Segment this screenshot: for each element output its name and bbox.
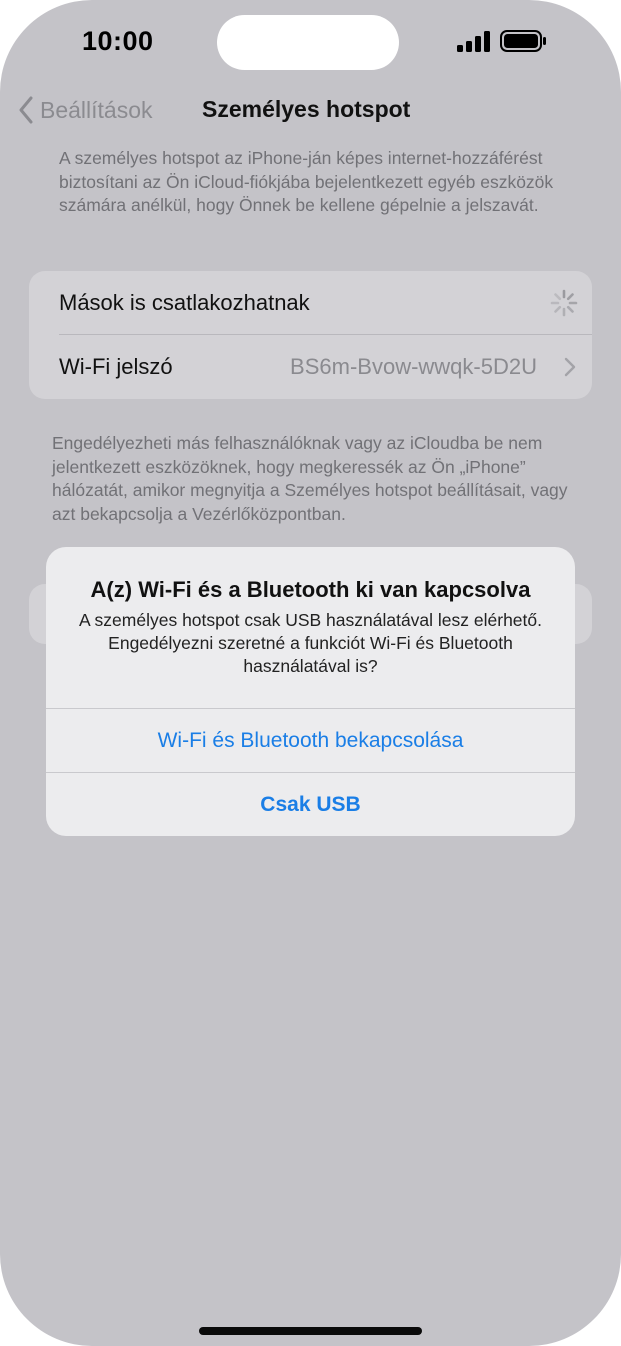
back-button-label: Beállítások (40, 96, 153, 123)
alert-title: A(z) Wi-Fi és a Bluetooth ki van kapcsol… (90, 577, 531, 602)
alert-message: A személyes hotspot csak USB használatáv… (78, 610, 542, 676)
wifi-password-label: Wi-Fi jelszó (59, 353, 173, 379)
phone-screen: 10:00 Beállítások Személyes hotspot A sz… (0, 0, 621, 1346)
chevron-right-icon (564, 357, 576, 377)
status-time: 10:00 (82, 26, 154, 56)
allow-others-row[interactable]: Mások is csatlakozhatnak (29, 271, 592, 334)
wifi-password-row[interactable]: Wi-Fi jelszó BS6m-Bvow-wwqk-5D2U (29, 335, 592, 398)
alert-dialog: A(z) Wi-Fi és a Bluetooth ki van kapcsol… (46, 547, 575, 836)
dynamic-island (217, 15, 399, 70)
home-indicator[interactable] (199, 1327, 422, 1335)
loading-spinner-icon (550, 289, 578, 317)
back-button[interactable]: Beállítások (18, 94, 153, 126)
allow-others-description: Engedélyezheti más felhasználóknak vagy … (52, 433, 568, 524)
page-title: Személyes hotspot (202, 96, 411, 122)
chevron-left-icon (19, 96, 33, 124)
hotspot-description: A személyes hotspot az iPhone-ján képes … (59, 148, 554, 215)
settings-group: Mások is csatlakozhatnak Wi-Fi jelszó BS… (29, 271, 592, 399)
enable-wifi-bluetooth-button[interactable]: Wi-Fi és Bluetooth bekapcsolása (46, 709, 575, 772)
cellular-signal-icon (457, 31, 490, 52)
battery-icon (500, 30, 546, 52)
wifi-password-value: BS6m-Bvow-wwqk-5D2U (290, 353, 537, 379)
usb-only-button[interactable]: Csak USB (46, 773, 575, 836)
allow-others-label: Mások is csatlakozhatnak (59, 289, 310, 315)
